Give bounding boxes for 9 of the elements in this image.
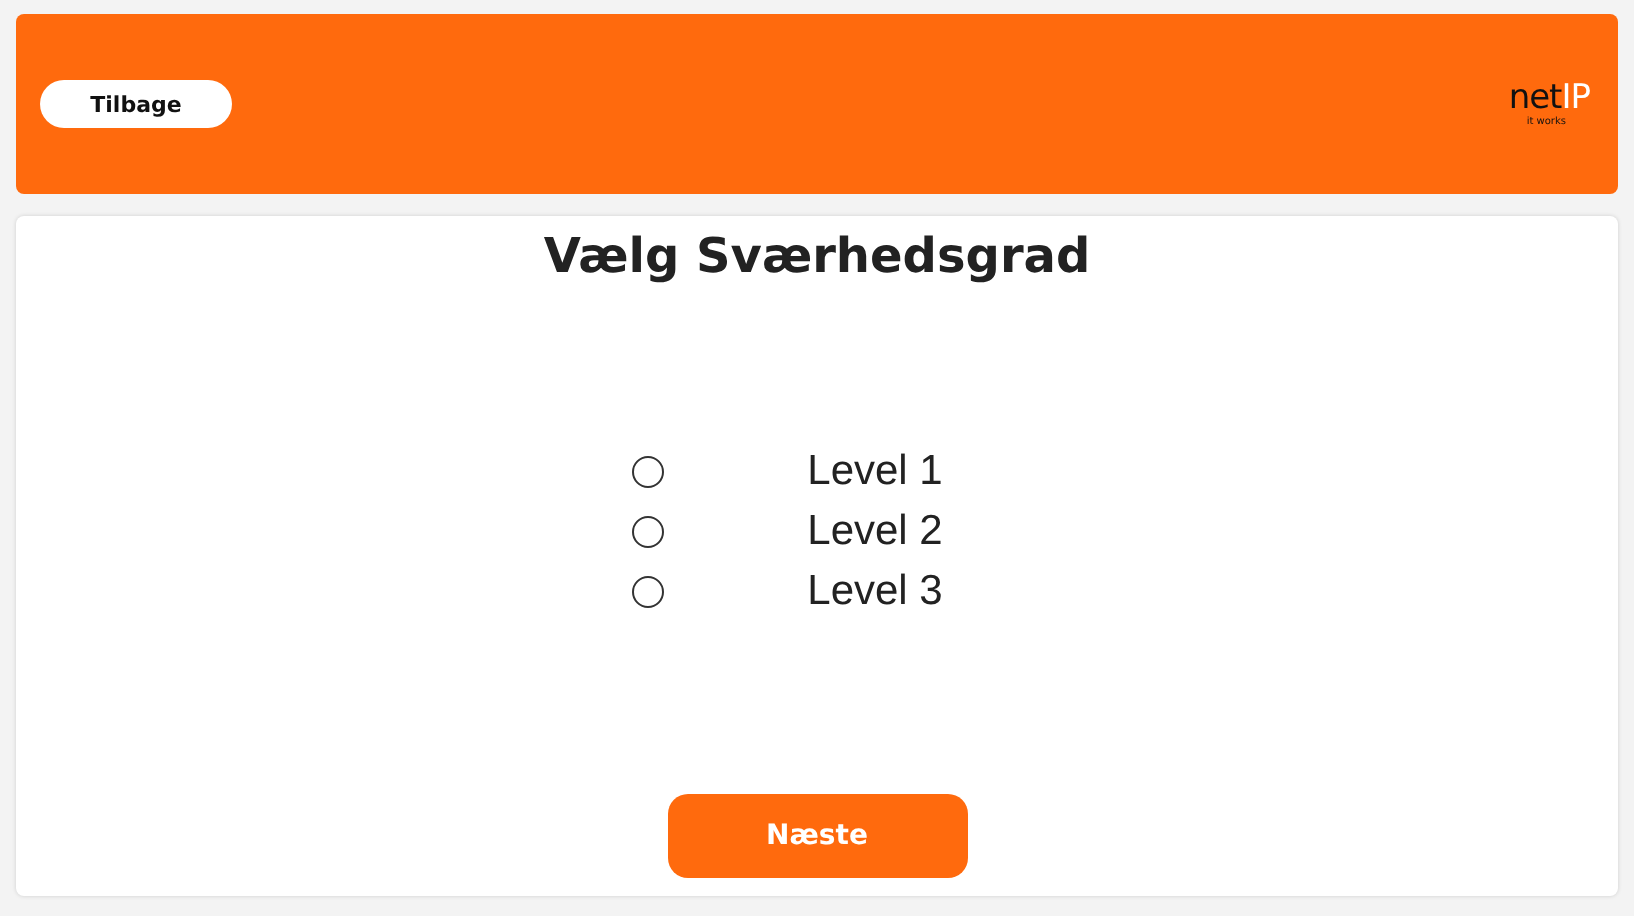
level-label: Level 2 bbox=[807, 508, 943, 556]
logo-text: netIP bbox=[1508, 81, 1590, 115]
level-label: Level 3 bbox=[807, 568, 943, 616]
radio-button[interactable] bbox=[631, 516, 664, 548]
radio-button[interactable] bbox=[631, 576, 664, 608]
page-title: Vælg Sværhedsgrad bbox=[543, 228, 1091, 284]
radio-button[interactable] bbox=[631, 456, 664, 488]
level-label: Level 1 bbox=[807, 448, 943, 496]
back-button[interactable]: Tilbage bbox=[40, 80, 232, 128]
